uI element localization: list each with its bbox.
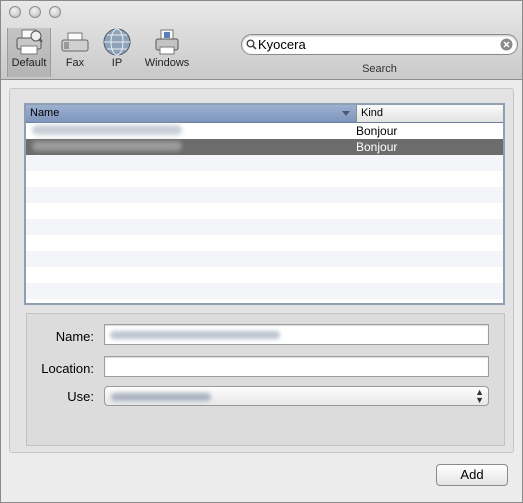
table-row-empty <box>26 187 503 203</box>
windows-printer-icon <box>155 29 179 55</box>
toolbar-default-button[interactable]: Default <box>8 27 50 69</box>
toolbar-default-label: Default <box>11 57 47 69</box>
location-label: Location: <box>41 361 94 376</box>
table-row-empty <box>26 155 503 171</box>
table-row-selected[interactable]: Bonjour <box>26 139 503 155</box>
table-row-empty <box>26 171 503 187</box>
printer-icon <box>16 29 43 55</box>
printer-kind: Bonjour <box>356 140 398 154</box>
name-label: Name: <box>55 329 94 344</box>
clear-search-icon[interactable] <box>500 38 513 51</box>
sort-descending-icon <box>342 111 350 116</box>
column-header-kind-cell[interactable]: Kind <box>356 105 503 122</box>
close-window-button[interactable] <box>9 6 21 18</box>
printer-name-redacted <box>32 141 182 151</box>
search-label: Search <box>362 63 397 75</box>
search-icon <box>246 39 257 50</box>
use-label: Use: <box>67 389 94 404</box>
use-driver-select[interactable]: ▲ ▼ <box>104 386 489 406</box>
toolbar: Default Fax IP Windows Kyocera Search <box>1 1 522 80</box>
location-field[interactable] <box>104 356 489 377</box>
printer-name-redacted <box>32 125 182 135</box>
column-header-name[interactable]: Name <box>30 107 59 119</box>
globe-icon <box>103 28 131 56</box>
table-header: Name Kind <box>26 105 503 123</box>
toolbar-windows-button[interactable]: Windows <box>142 27 192 69</box>
toolbar-fax-button[interactable]: Fax <box>59 27 91 69</box>
table-row-empty <box>26 235 503 251</box>
table-row-empty <box>26 203 503 219</box>
driver-value-redacted <box>111 393 211 401</box>
add-button[interactable]: Add <box>436 464 508 486</box>
table-row-empty <box>26 267 503 283</box>
table-row-empty <box>26 283 503 299</box>
column-header-kind: Kind <box>361 107 384 119</box>
search-field[interactable] <box>241 34 518 55</box>
name-value-redacted <box>110 331 280 339</box>
add-printer-window: Default Fax IP Windows Kyocera Search Na… <box>0 0 523 503</box>
name-field[interactable] <box>104 324 489 345</box>
toolbar-windows-label: Windows <box>144 57 190 69</box>
table-row[interactable]: Bonjour <box>26 123 503 139</box>
toolbar-ip-label: IP <box>111 57 123 69</box>
fax-icon <box>61 32 89 52</box>
table-row-empty <box>26 251 503 267</box>
updown-arrows-icon: ▲ ▼ <box>475 387 484 405</box>
printer-list-table[interactable]: Name Kind Bonjour Bonjour <box>24 103 505 305</box>
toolbar-fax-label: Fax <box>65 57 85 69</box>
printer-kind: Bonjour <box>356 124 398 138</box>
table-row-empty <box>26 219 503 235</box>
toolbar-ip-button[interactable]: IP <box>101 27 133 69</box>
minimize-window-button[interactable] <box>29 6 41 18</box>
search-input[interactable] <box>258 36 498 53</box>
zoom-window-button[interactable] <box>49 6 61 18</box>
